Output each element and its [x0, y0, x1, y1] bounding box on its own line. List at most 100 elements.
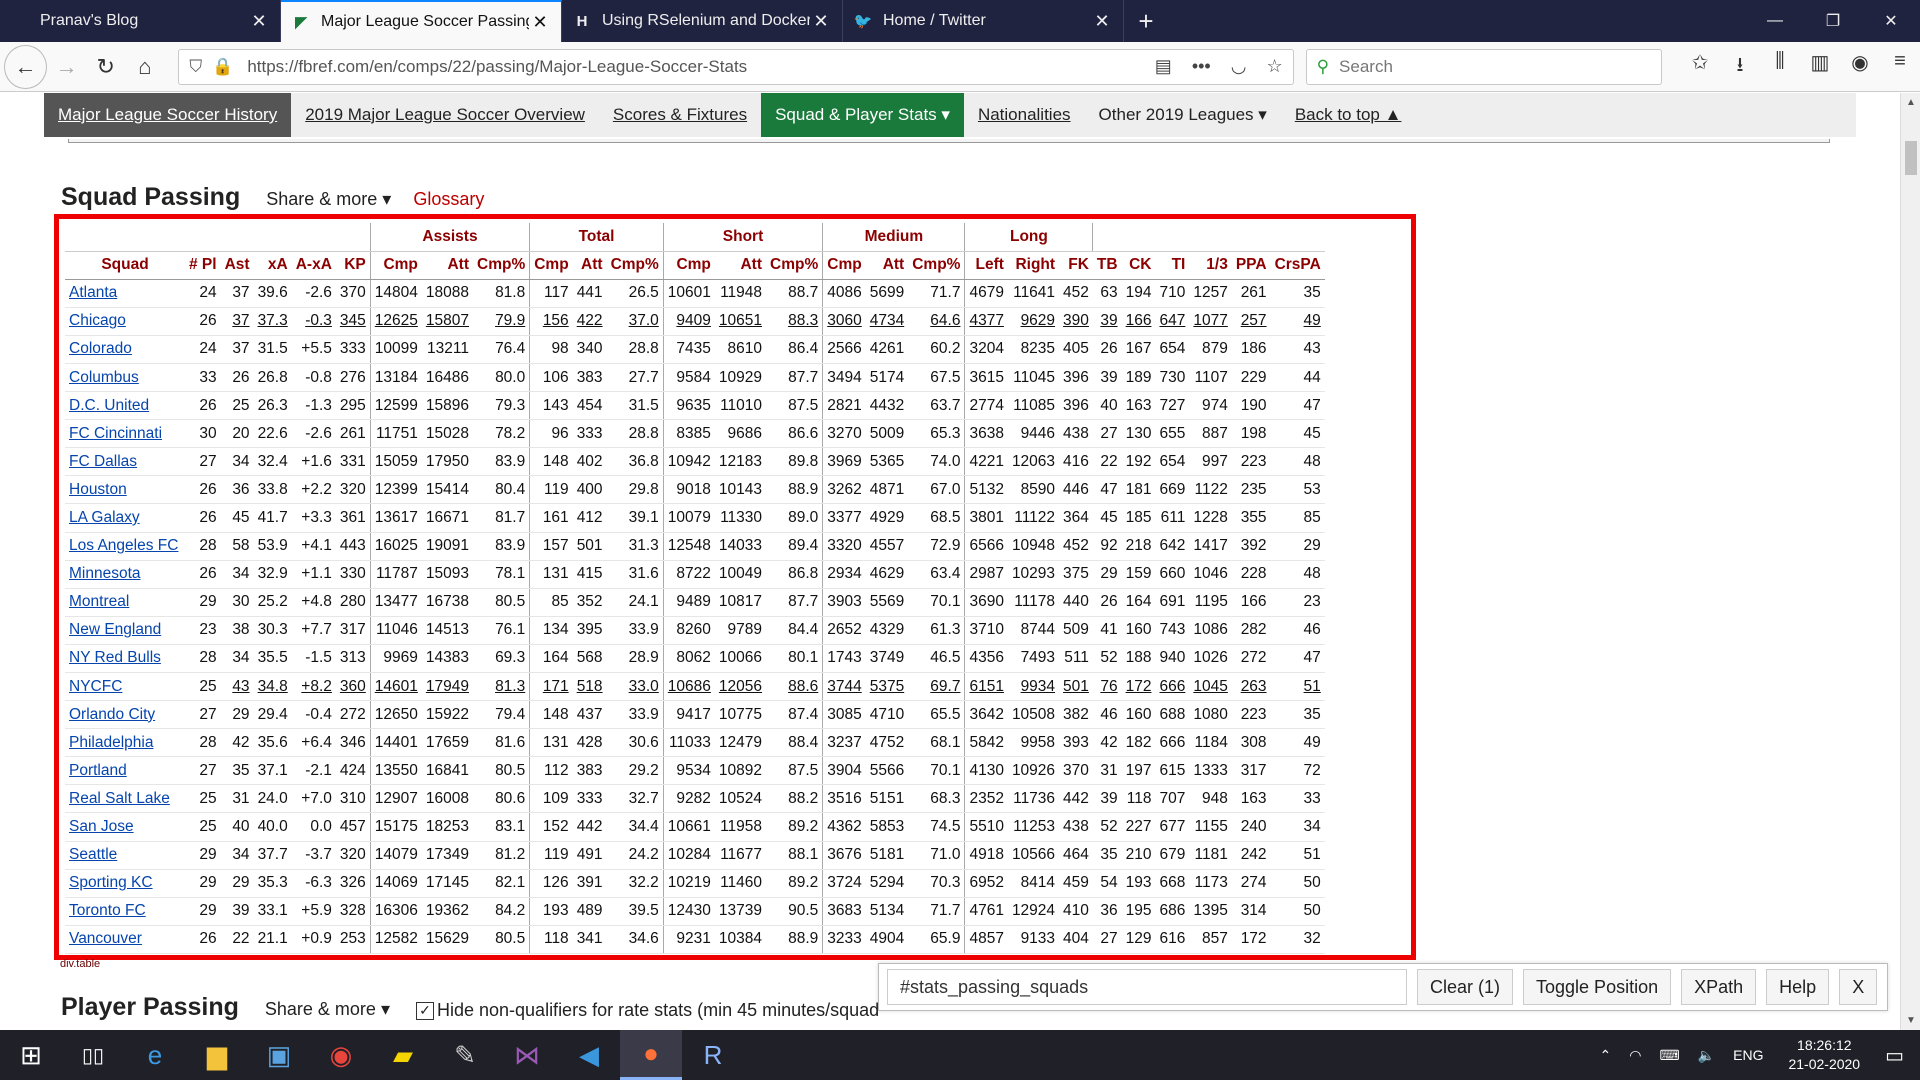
forward-button[interactable]: → [47, 47, 86, 87]
clear-button[interactable]: Clear (1) [1417, 969, 1514, 1005]
paint-icon[interactable]: ✎ [434, 1030, 496, 1080]
squad-link[interactable]: NY Red Bulls [65, 644, 185, 674]
column-header[interactable]: Cmp% [606, 251, 664, 280]
column-header[interactable]: Att [714, 251, 767, 280]
reload-button[interactable]: ↻ [86, 47, 125, 87]
squad-link[interactable]: Toronto FC [65, 897, 185, 926]
column-header[interactable]: TB [1092, 251, 1122, 280]
r-app-icon[interactable]: R [682, 1030, 744, 1080]
mail-app-icon[interactable]: ▣ [248, 1030, 310, 1080]
close-button[interactable]: X [1839, 969, 1878, 1005]
download-icon[interactable]: ⭳ [1720, 50, 1760, 84]
hide-non-qualifiers-checkbox[interactable]: ✓ Hide non-qualifiers for rate stats (mi… [415, 1000, 879, 1021]
squad-link[interactable]: FC Cincinnati [65, 419, 185, 449]
tab-mls-passing[interactable]: ◤ Major League Soccer Passing St ✕ [281, 0, 562, 42]
glossary-link[interactable]: Glossary [413, 189, 484, 210]
edge-icon[interactable]: e [124, 1030, 186, 1080]
input-indicator-icon[interactable]: ⌨ [1659, 1047, 1679, 1064]
column-header[interactable]: Att [572, 251, 607, 280]
squad-link[interactable]: Houston [65, 475, 185, 505]
squad-link[interactable]: Los Angeles FC [65, 532, 185, 561]
firefox-icon[interactable]: ● [620, 1030, 682, 1080]
tab-twitter[interactable]: 🐦 Home / Twitter ✕ [843, 0, 1124, 42]
bookmark-star-icon[interactable]: ☆ [1266, 56, 1282, 77]
close-tab-icon[interactable]: ✕ [248, 11, 270, 32]
column-header[interactable]: xA [253, 251, 292, 280]
squad-link[interactable]: San Jose [65, 812, 185, 842]
sticky-notes-icon[interactable]: ▰ [372, 1030, 434, 1080]
minimize-window-icon[interactable]: — [1746, 0, 1804, 42]
squad-link[interactable]: Minnesota [65, 560, 185, 589]
squad-link[interactable]: Real Salt Lake [65, 784, 185, 814]
xpath-query-input[interactable]: #stats_passing_squads [887, 969, 1407, 1005]
xpath-button[interactable]: XPath [1681, 969, 1757, 1005]
help-button[interactable]: Help [1766, 969, 1830, 1005]
column-header[interactable]: PPA [1231, 251, 1271, 280]
column-header[interactable]: Cmp [662, 251, 715, 280]
file-explorer-icon[interactable]: ▆ [186, 1030, 248, 1080]
share-more-button[interactable]: Share & more ▾ [265, 999, 390, 1020]
shield-icon[interactable]: ⛉ [189, 57, 202, 77]
bookmarks-star-icon[interactable]: ✩ [1680, 50, 1720, 84]
squad-link[interactable]: Orlando City [65, 700, 185, 730]
squad-link[interactable]: Atlanta [65, 279, 185, 308]
url-bar[interactable]: ⛉ 🔒 https://fbref.com/en/comps/22/passin… [178, 48, 1294, 85]
squad-link[interactable]: Portland [65, 756, 185, 786]
close-tab-icon[interactable]: ✕ [810, 11, 832, 32]
column-header[interactable]: FK [1059, 251, 1093, 280]
column-header[interactable]: Cmp% [766, 251, 823, 280]
column-header[interactable]: Cmp% [473, 251, 530, 280]
squad-link[interactable]: Columbus [65, 363, 185, 393]
notifications-icon[interactable]: ▭ [1885, 1043, 1904, 1068]
checkmark-icon[interactable]: ✓ [415, 1001, 434, 1020]
menu-mls-history[interactable]: Major League Soccer History [44, 93, 292, 137]
squad-link[interactable]: FC Dallas [65, 447, 185, 477]
column-header[interactable]: Right [1007, 251, 1060, 280]
restore-window-icon[interactable]: ❐ [1804, 0, 1862, 42]
scroll-up-icon[interactable]: ▲ [1901, 97, 1920, 108]
column-header[interactable]: Cmp% [908, 251, 965, 280]
squad-link[interactable]: New England [65, 616, 185, 645]
vscode-icon[interactable]: ◀ [558, 1030, 620, 1080]
scroll-down-icon[interactable]: ▼ [1901, 1015, 1920, 1026]
squad-link[interactable]: LA Galaxy [65, 503, 185, 533]
column-header[interactable]: Cmp [822, 251, 866, 280]
column-header[interactable]: A-xA [291, 251, 336, 280]
library-icon[interactable]: ⫼ [1760, 50, 1800, 84]
menu-back-to-top[interactable]: Back to top ▲ [1281, 93, 1416, 137]
squad-link[interactable]: Philadelphia [65, 728, 185, 758]
windows-start-icon[interactable]: ⊞ [0, 1030, 62, 1080]
squad-link[interactable]: Sporting KC [65, 869, 185, 898]
column-header[interactable]: Att [421, 251, 473, 280]
menu-scores-fixtures[interactable]: Scores & Fixtures [599, 93, 761, 137]
menu-icon[interactable]: ≡ [1880, 50, 1920, 84]
column-header[interactable]: Left [964, 251, 1008, 280]
column-header[interactable]: Squad [65, 251, 185, 280]
search-input[interactable]: ⚲ Search [1305, 48, 1662, 85]
task-view-icon[interactable]: ▯▯ [62, 1030, 124, 1080]
url-text[interactable]: https://fbref.com/en/comps/22/passing/Ma… [247, 57, 1134, 77]
home-button[interactable]: ⌂ [125, 47, 164, 87]
back-button[interactable]: ← [4, 44, 48, 89]
language-indicator[interactable]: ENG [1733, 1047, 1763, 1063]
page-scrollbar[interactable]: ▲ ▼ [1900, 93, 1920, 1030]
menu-2019-overview[interactable]: 2019 Major League Soccer Overview [291, 93, 599, 137]
squad-link[interactable]: D.C. United [65, 391, 185, 421]
column-header[interactable]: # Pl [185, 251, 221, 280]
column-header[interactable]: Cmp [529, 251, 573, 280]
squad-link[interactable]: Chicago [65, 307, 185, 336]
show-hidden-icons-icon[interactable]: ⌃ [1600, 1047, 1612, 1064]
column-header[interactable]: 1/3 [1189, 251, 1232, 280]
account-icon[interactable]: ◉ [1840, 50, 1880, 84]
chrome-icon[interactable]: ◉ [310, 1030, 372, 1080]
share-more-button[interactable]: Share & more ▾ [266, 189, 391, 210]
column-header[interactable]: Ast [220, 251, 254, 280]
clock[interactable]: 18:26:12 21-02-2020 [1788, 1036, 1860, 1074]
tab-pranavs-blog[interactable]: Pranav's Blog ✕ [0, 0, 281, 42]
squad-link[interactable]: Colorado [65, 335, 185, 364]
menu-nationalities[interactable]: Nationalities [964, 93, 1085, 137]
column-header[interactable]: Att [865, 251, 909, 280]
column-header[interactable]: CK [1121, 251, 1156, 280]
squad-link[interactable]: Seattle [65, 841, 185, 870]
squad-link[interactable]: Montreal [65, 588, 185, 617]
